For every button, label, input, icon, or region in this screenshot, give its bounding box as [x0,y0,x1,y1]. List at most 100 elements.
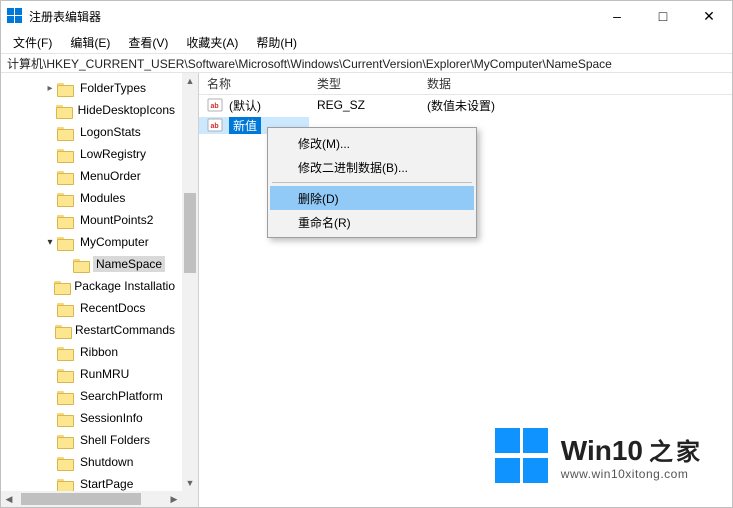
menu-favorites[interactable]: 收藏夹(A) [178,32,246,53]
value-name: (默认) [229,97,261,114]
tree-horizontal-scrollbar[interactable]: ◀ ▶ [1,491,182,507]
ctx-modify-binary[interactable]: 修改二进制数据(B)... [270,155,474,179]
folder-icon [57,147,73,161]
window-controls: – □ ✕ [594,1,732,31]
scrollbar-corner [182,491,198,507]
folder-icon [57,81,73,95]
tree-item[interactable]: RestartCommands [1,319,182,341]
watermark-url: www.win10xitong.com [561,467,703,481]
tree-item-label: SessionInfo [77,410,146,426]
tree-item-label: MenuOrder [77,168,144,184]
window-title: 注册表编辑器 [29,8,594,25]
value-data: (数值未设置) [419,97,732,114]
folder-icon [57,345,73,359]
tree-item-label: SearchPlatform [77,388,166,404]
windows-logo-icon [495,428,551,484]
maximize-button[interactable]: □ [640,1,686,31]
tree-item-label: RunMRU [77,366,132,382]
tree-item[interactable]: MyComputer [1,231,182,253]
tree-item[interactable]: Shutdown [1,451,182,473]
tree-item-label: LogonStats [77,124,144,140]
tree-item[interactable]: RunMRU [1,363,182,385]
tree-item-label: MyComputer [77,234,152,250]
scroll-down-icon[interactable]: ▼ [182,475,198,491]
watermark-brand: Win10 [561,435,643,467]
folder-icon [57,125,73,139]
tree-item-label: Shell Folders [77,432,153,448]
tree-item[interactable]: MenuOrder [1,165,182,187]
column-name[interactable]: 名称 [199,75,309,92]
address-bar[interactable]: 计算机\HKEY_CURRENT_USER\Software\Microsoft… [1,53,732,73]
tree-item[interactable]: LowRegistry [1,143,182,165]
scroll-right-icon[interactable]: ▶ [166,491,182,507]
value-type: REG_SZ [309,98,419,112]
context-menu: 修改(M)... 修改二进制数据(B)... 删除(D) 重命名(R) [267,127,477,238]
tree-item-label: StartPage [77,476,136,491]
tree-item[interactable]: SearchPlatform [1,385,182,407]
svg-text:ab: ab [211,123,219,130]
tree-item[interactable]: HideDesktopIcons [1,99,182,121]
tree-item[interactable]: Package Installatio [1,275,182,297]
tree-item[interactable]: MountPoints2 [1,209,182,231]
watermark: Win10 之家 www.win10xitong.com [495,428,703,484]
table-row[interactable]: ab (默认) REG_SZ(数值未设置) [199,95,732,115]
tree-vertical-scrollbar[interactable]: ▲ ▼ [182,73,198,491]
folder-icon [57,455,73,469]
expander-icon[interactable] [43,237,57,248]
titlebar: 注册表编辑器 – □ ✕ [1,1,732,31]
folder-icon [73,257,89,271]
value-name: 新值 [229,117,261,134]
tree-item[interactable]: LogonStats [1,121,182,143]
tree-item-label: NameSpace [93,256,165,272]
folder-icon [55,323,68,337]
folder-icon [57,389,73,403]
menu-edit[interactable]: 编辑(E) [62,32,118,53]
folder-icon [57,411,73,425]
tree-item-label: FolderTypes [77,80,149,96]
tree-item-label: Ribbon [77,344,121,360]
watermark-suffix: 之家 [649,432,703,467]
tree-item-label: RecentDocs [77,300,148,316]
close-button[interactable]: ✕ [686,1,732,31]
folder-icon [57,477,73,491]
column-type[interactable]: 类型 [309,75,419,92]
registry-tree[interactable]: FolderTypes HideDesktopIcons LogonStats Low… [1,73,182,491]
ctx-delete[interactable]: 删除(D) [270,186,474,210]
tree-item[interactable]: Modules [1,187,182,209]
app-icon [7,8,23,24]
tree-item[interactable]: NameSpace [1,253,182,275]
column-data[interactable]: 数据 [419,75,732,92]
folder-icon [57,367,73,381]
tree-item-label: Shutdown [77,454,136,470]
svg-text:ab: ab [211,103,219,110]
expander-icon[interactable] [43,83,57,94]
tree-item-label: HideDesktopIcons [75,102,178,118]
hscroll-thumb[interactable] [21,493,141,505]
folder-icon [57,169,73,183]
tree-item[interactable]: StartPage [1,473,182,491]
tree-item[interactable]: RecentDocs [1,297,182,319]
menu-view[interactable]: 查看(V) [120,32,176,53]
scroll-left-icon[interactable]: ◀ [1,491,17,507]
tree-item[interactable]: Ribbon [1,341,182,363]
tree-pane: FolderTypes HideDesktopIcons LogonStats Low… [1,73,199,507]
menu-help[interactable]: 帮助(H) [248,32,305,53]
ctx-modify[interactable]: 修改(M)... [270,131,474,155]
menubar: 文件(F) 编辑(E) 查看(V) 收藏夹(A) 帮助(H) [1,31,732,53]
tree-item[interactable]: Shell Folders [1,429,182,451]
tree-item-label: LowRegistry [77,146,149,162]
string-value-icon: ab [207,97,223,113]
scroll-up-icon[interactable]: ▲ [182,73,198,89]
tree-item[interactable]: FolderTypes [1,77,182,99]
tree-item[interactable]: SessionInfo [1,407,182,429]
folder-icon [57,235,73,249]
folder-icon [57,213,73,227]
tree-item-label: MountPoints2 [77,212,156,228]
vscroll-thumb[interactable] [184,193,196,273]
minimize-button[interactable]: – [594,1,640,31]
tree-item-label: RestartCommands [72,322,178,338]
folder-icon [57,301,73,315]
menu-file[interactable]: 文件(F) [5,32,60,53]
ctx-rename[interactable]: 重命名(R) [270,210,474,234]
folder-icon [57,433,73,447]
